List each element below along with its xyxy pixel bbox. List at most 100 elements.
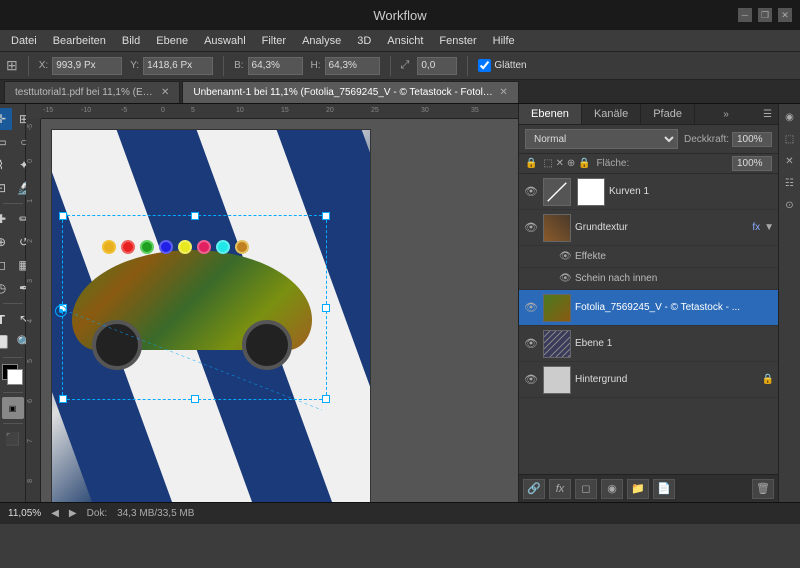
layer-mask-kurven bbox=[577, 178, 605, 206]
fx-btn[interactable]: fx bbox=[549, 479, 571, 499]
add-mask-btn[interactable]: ◻ bbox=[575, 479, 597, 499]
canvas-area[interactable]: -15 -10 -5 0 5 10 15 20 25 30 35 -5 0 1 … bbox=[26, 104, 518, 502]
effect-eye-effekte[interactable]: 👁 bbox=[559, 251, 575, 262]
menu-filter[interactable]: Filter bbox=[255, 33, 293, 49]
clone-tool[interactable]: ⊕ bbox=[0, 231, 12, 253]
menu-hilfe[interactable]: Hilfe bbox=[486, 33, 522, 49]
crop-tool[interactable]: ⊡ bbox=[0, 177, 12, 199]
layer-row-fotolia[interactable]: 👁 Fotolia_7569245_V - © Tetastock - ... bbox=[519, 290, 778, 326]
menu-auswahl[interactable]: Auswahl bbox=[197, 33, 253, 49]
spot-heal-tool[interactable]: ✚ bbox=[0, 208, 12, 230]
marquee-rect-tool[interactable]: ▭ bbox=[0, 131, 12, 153]
layer-thumb-grundtextur bbox=[543, 214, 571, 242]
eraser-tool[interactable]: ◻ bbox=[0, 254, 12, 276]
y-input[interactable] bbox=[143, 57, 213, 75]
lasso-tool[interactable]: ⌇ bbox=[0, 154, 12, 176]
zoom-value: 11,05% bbox=[8, 508, 41, 519]
status-arrow-left[interactable]: ◀ bbox=[51, 508, 59, 519]
tab-1[interactable]: testtutorial1.pdf bei 11,1% (Ebene ... ✕ bbox=[4, 81, 180, 103]
mini-tool-5[interactable]: ⊙ bbox=[781, 196, 799, 214]
fill-input[interactable] bbox=[732, 156, 772, 171]
layers-tab-kanaele[interactable]: Kanäle bbox=[582, 104, 641, 124]
menu-bild[interactable]: Bild bbox=[115, 33, 147, 49]
right-panel: Ebenen Kanäle Pfade » ☰ Normal Deckkraft… bbox=[518, 104, 778, 502]
menu-datei[interactable]: Datei bbox=[4, 33, 44, 49]
car-image bbox=[52, 130, 370, 502]
opacity-input[interactable] bbox=[732, 132, 772, 147]
menu-3d[interactable]: 3D bbox=[350, 33, 378, 49]
adjustments-btn[interactable]: ◉ bbox=[601, 479, 623, 499]
layer-thumb-fotolia bbox=[543, 294, 571, 322]
y-coord-group: Y: bbox=[130, 57, 213, 75]
layer-thumb-kurven bbox=[543, 178, 571, 206]
layer-row-grundtextur[interactable]: 👁 Grundtextur fx ▼ bbox=[519, 210, 778, 246]
canvas-content[interactable] bbox=[41, 119, 518, 502]
menubar: Datei Bearbeiten Bild Ebene Auswahl Filt… bbox=[0, 30, 800, 52]
transform-anchor bbox=[55, 305, 67, 317]
mini-tool-4[interactable]: ☷ bbox=[781, 174, 799, 192]
effect-name-effekte: Effekte bbox=[575, 251, 606, 262]
minimize-button[interactable]: ─ bbox=[738, 8, 752, 22]
titlebar: Workflow ─ ❐ ✕ bbox=[0, 0, 800, 30]
doc-label: Dok: bbox=[87, 508, 108, 519]
close-tab-2[interactable]: ✕ bbox=[499, 87, 507, 98]
h-input[interactable] bbox=[325, 57, 380, 75]
dodge-tool[interactable]: ◷ bbox=[0, 277, 12, 299]
layers-tab-ebenen[interactable]: Ebenen bbox=[519, 104, 582, 124]
menu-fenster[interactable]: Fenster bbox=[432, 33, 483, 49]
mini-tool-1[interactable]: ◉ bbox=[781, 108, 799, 126]
angle-input[interactable] bbox=[417, 57, 457, 75]
layers-tab-pfade[interactable]: Pfade bbox=[641, 104, 695, 124]
layer-eye-grundtextur[interactable]: 👁 bbox=[523, 220, 539, 236]
text-tool[interactable]: T bbox=[0, 308, 12, 330]
screen-mode-btn[interactable]: ⬛ bbox=[2, 428, 24, 450]
h-label: H: bbox=[311, 60, 321, 71]
layer-row-ebene1[interactable]: 👁 bbox=[519, 326, 778, 362]
layer-row-kurven[interactable]: 👁 Kurven 1 bbox=[519, 174, 778, 210]
blend-mode-select[interactable]: Normal bbox=[525, 129, 678, 149]
layer-eye-fotolia[interactable]: 👁 bbox=[523, 300, 539, 316]
x-input[interactable] bbox=[52, 57, 122, 75]
tab-2[interactable]: Unbenannt-1 bei 11,1% (Fotolia_7569245_V… bbox=[182, 81, 518, 103]
status-arrow-right[interactable]: ▶ bbox=[69, 508, 77, 519]
new-layer-btn[interactable]: 📄 bbox=[653, 479, 675, 499]
menu-ebene[interactable]: Ebene bbox=[149, 33, 195, 49]
move-tool[interactable]: ✛ bbox=[0, 108, 12, 130]
workspace: ✛ ⊞ ▭ ○ ⌇ ✦ ⊡ 🔬 ✚ ✏ ⊕ ↺ ◻ ▦ ◷ ✒ T ↖ ⬜ 🔍 bbox=[0, 104, 800, 502]
panel-menu-btn[interactable]: ☰ bbox=[757, 105, 778, 124]
ruler-horizontal: -15 -10 -5 0 5 10 15 20 25 30 35 bbox=[41, 104, 518, 119]
mini-tool-3[interactable]: ✕ bbox=[781, 152, 799, 170]
shape-tool[interactable]: ⬜ bbox=[0, 331, 12, 353]
y-label: Y: bbox=[130, 60, 139, 71]
restore-button[interactable]: ❐ bbox=[758, 8, 772, 22]
effect-eye-schein[interactable]: 👁 bbox=[559, 273, 575, 284]
new-group-btn[interactable]: 📁 bbox=[627, 479, 649, 499]
background-color[interactable] bbox=[7, 369, 23, 385]
panel-expand-btn[interactable]: » bbox=[717, 105, 735, 124]
close-tab-1[interactable]: ✕ bbox=[161, 87, 169, 98]
layer-expand-grundtextur[interactable]: ▼ bbox=[764, 222, 774, 233]
link-layers-btn[interactable]: 🔗 bbox=[523, 479, 545, 499]
quick-mask-btn[interactable]: ▣ bbox=[2, 397, 24, 419]
menu-analyse[interactable]: Analyse bbox=[295, 33, 348, 49]
mini-tool-2[interactable]: ⬚ bbox=[781, 130, 799, 148]
close-button[interactable]: ✕ bbox=[778, 8, 792, 22]
grid-icon-group: ⊞ bbox=[6, 57, 18, 74]
layer-eye-ebene1[interactable]: 👁 bbox=[523, 336, 539, 352]
layer-lock-hintergrund: 🔒 bbox=[762, 374, 774, 385]
ruler-vertical: -5 0 1 2 3 4 5 6 7 8 bbox=[26, 119, 41, 502]
menu-ansicht[interactable]: Ansicht bbox=[380, 33, 430, 49]
doc-value: 34,3 MB/33,5 MB bbox=[117, 508, 194, 519]
glatten-checkbox[interactable] bbox=[478, 59, 491, 72]
layer-effect-row-schein[interactable]: 👁 Schein nach innen bbox=[519, 268, 778, 290]
delete-layer-btn[interactable]: 🗑 bbox=[752, 479, 774, 499]
layer-row-hintergrund[interactable]: 👁 Hintergrund 🔒 bbox=[519, 362, 778, 398]
layer-eye-hintergrund[interactable]: 👁 bbox=[523, 372, 539, 388]
layer-effect-row-effekte[interactable]: 👁 Effekte bbox=[519, 246, 778, 268]
layers-panel: Ebenen Kanäle Pfade » ☰ Normal Deckkraft… bbox=[519, 104, 778, 502]
glatten-label[interactable]: Glätten bbox=[478, 59, 526, 72]
menu-bearbeiten[interactable]: Bearbeiten bbox=[46, 33, 113, 49]
right-mini-toolbar: ◉ ⬚ ✕ ☷ ⊙ bbox=[778, 104, 800, 502]
b-input[interactable] bbox=[248, 57, 303, 75]
layer-eye-kurven[interactable]: 👁 bbox=[523, 184, 539, 200]
